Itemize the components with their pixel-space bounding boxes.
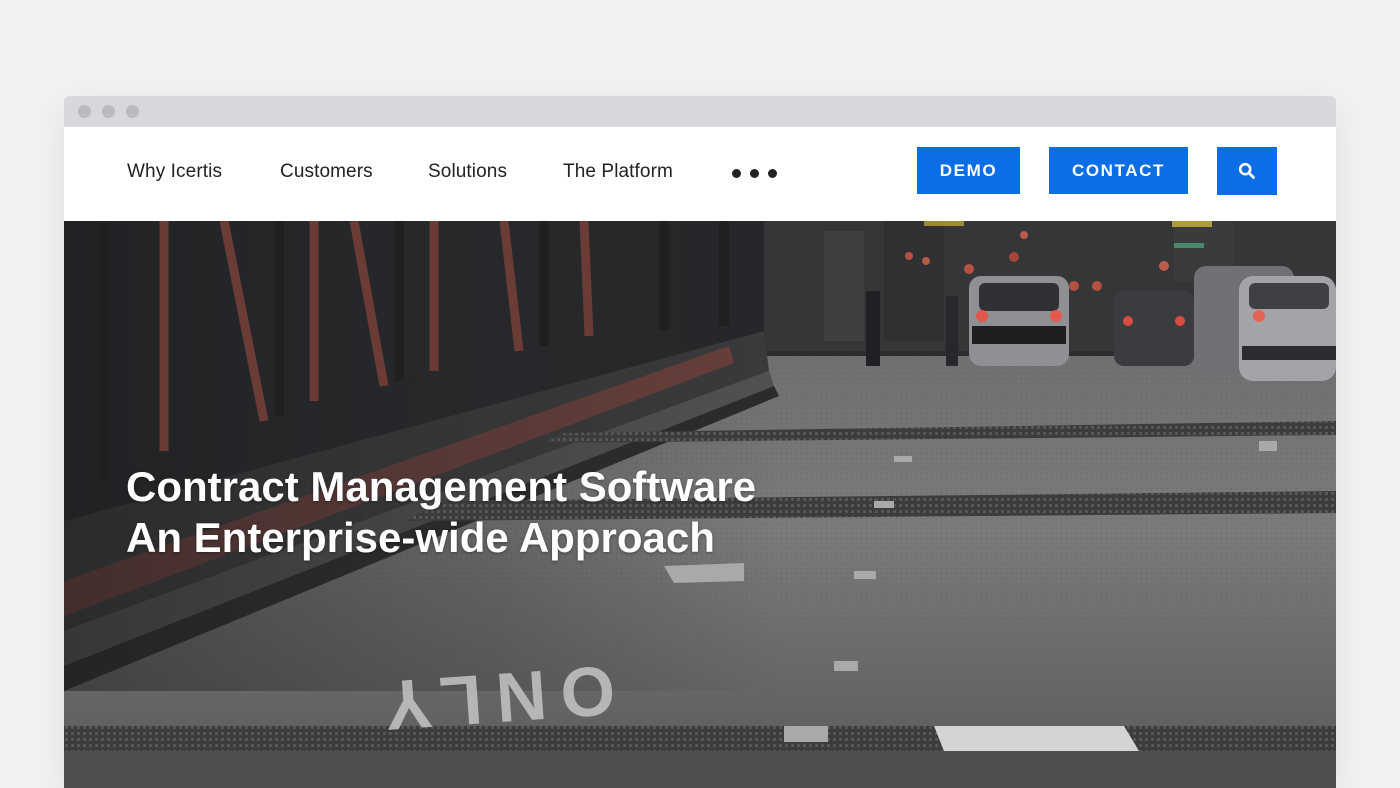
contact-button[interactable]: CONTACT: [1049, 147, 1188, 194]
hero-heading: Contract Management Software An Enterpri…: [126, 461, 756, 563]
nav-link-customers[interactable]: Customers: [280, 161, 373, 183]
demo-button[interactable]: DEMO: [917, 147, 1020, 194]
hero-banner: ONLY Contract Management Software An Ent…: [64, 221, 1336, 788]
window-close-dot[interactable]: [78, 105, 91, 118]
site-header: Why Icertis Customers Solutions The Plat…: [64, 127, 1336, 221]
hero-heading-line-1: Contract Management Software: [126, 463, 757, 510]
more-horizontal-icon[interactable]: [732, 165, 780, 181]
window-minimize-dot[interactable]: [102, 105, 115, 118]
browser-titlebar: [64, 96, 1336, 127]
browser-window: Why Icertis Customers Solutions The Plat…: [64, 96, 1336, 788]
hero-heading-line-2: An Enterprise-wide Approach: [126, 514, 715, 561]
nav-link-solutions[interactable]: Solutions: [428, 161, 507, 183]
nav-link-the-platform[interactable]: The Platform: [563, 161, 673, 183]
nav-link-why-icertis[interactable]: Why Icertis: [127, 161, 222, 183]
search-button[interactable]: [1217, 147, 1277, 195]
window-zoom-dot[interactable]: [126, 105, 139, 118]
search-icon: [1238, 162, 1255, 179]
